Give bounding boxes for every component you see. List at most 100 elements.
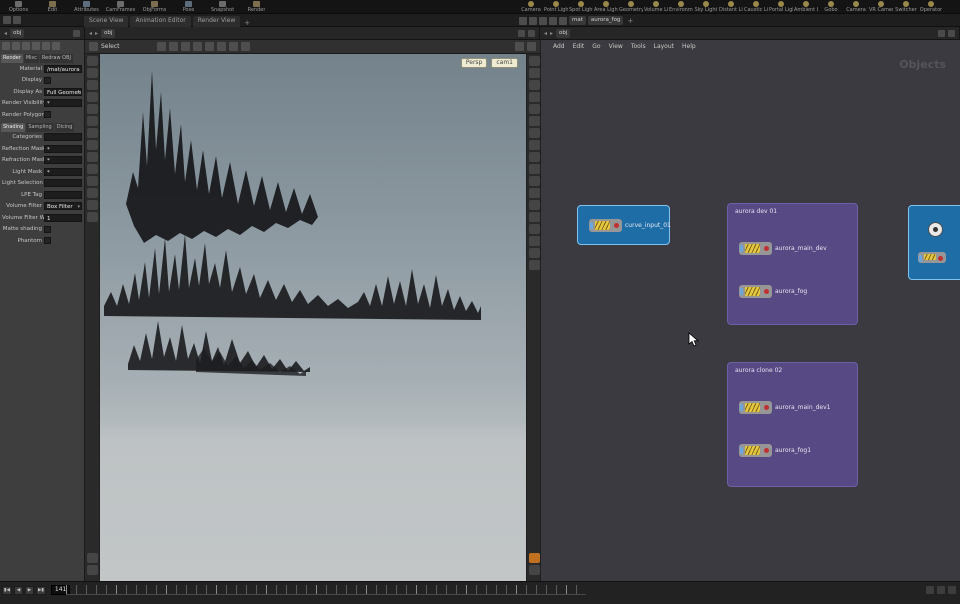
camera-lock-icon[interactable]: [529, 212, 540, 222]
jump-end-button[interactable]: ▶▮: [36, 586, 46, 595]
material-param-control[interactable]: /mat/aurora_1: [44, 65, 82, 73]
display-param-control[interactable]: [44, 77, 51, 84]
view-tool-icon[interactable]: [87, 56, 98, 66]
node-row[interactable]: curve_input_01: [589, 219, 671, 232]
options-shelf-tool[interactable]: Options: [2, 0, 35, 14]
snapshot-compare-icon[interactable]: [529, 260, 540, 270]
display-options-icon[interactable]: [529, 553, 540, 563]
edit-shelf-tool[interactable]: Edit: [36, 0, 69, 14]
netbox-aurora-dev[interactable]: aurora dev 01 aurora_main_dev aurora_fog: [727, 203, 858, 325]
pin-params-icon[interactable]: [32, 42, 40, 50]
viewport-options-icon[interactable]: [527, 42, 536, 51]
construction-plane-icon[interactable]: [229, 42, 238, 51]
translate-tool-icon[interactable]: [87, 80, 98, 90]
snap-tool-icon[interactable]: [87, 140, 98, 150]
view-menu[interactable]: View: [609, 43, 623, 50]
link-icon[interactable]: [559, 17, 567, 25]
go-menu[interactable]: Go: [592, 43, 600, 50]
node-chooser-icon[interactable]: [2, 42, 10, 50]
back-arrow-icon[interactable]: [12, 42, 20, 50]
pin-icon[interactable]: [519, 17, 527, 25]
redraw-obj-param-tab[interactable]: Redraw OBJ: [40, 54, 73, 63]
points-display-icon[interactable]: [529, 104, 540, 114]
select-mode-icon[interactable]: [157, 42, 166, 51]
snapshot-shelf-tool[interactable]: Snapshot: [206, 0, 239, 14]
node-row[interactable]: aurora_fog: [739, 285, 807, 298]
select-tool-icon[interactable]: [87, 68, 98, 78]
fog-toggle-icon[interactable]: [529, 200, 540, 210]
viewport-path-chip[interactable]: obj: [101, 29, 115, 38]
layout-menu[interactable]: Layout: [654, 43, 674, 50]
background-toggle-icon[interactable]: [529, 152, 540, 162]
sampling-section-tab[interactable]: Sampling: [26, 123, 53, 132]
operator-shelf-tool[interactable]: Operator: [919, 0, 943, 14]
split-icon[interactable]: [539, 17, 547, 25]
add-path-tab-button[interactable]: +: [625, 17, 635, 25]
audio-icon[interactable]: [937, 586, 945, 594]
tab-animation-editor[interactable]: Animation Editor: [130, 16, 190, 27]
reflection-toggle-icon[interactable]: [529, 188, 540, 198]
lasso-select-icon[interactable]: [169, 42, 178, 51]
grid-toggle-icon[interactable]: [529, 128, 540, 138]
help-icon[interactable]: [52, 42, 60, 50]
area-light-shelf-tool[interactable]: Area Light: [594, 0, 618, 14]
pose-shelf-tool[interactable]: Pose: [172, 0, 205, 14]
objforms-shelf-tool[interactable]: ObjForms: [138, 0, 171, 14]
material-tool-icon[interactable]: [87, 188, 98, 198]
tools-menu[interactable]: Tools: [631, 43, 646, 50]
path-segment-aurora-fog[interactable]: aurora_fog: [588, 16, 624, 25]
aurora-main-dev-node-icon[interactable]: [739, 242, 772, 255]
attributes-shelf-tool[interactable]: Attributes: [70, 0, 103, 14]
rotate-tool-icon[interactable]: [87, 92, 98, 102]
camframes-shelf-tool[interactable]: CamFrames: [104, 0, 137, 14]
persp-badge[interactable]: Persp: [461, 58, 488, 68]
pane-menu-icon[interactable]: [948, 30, 955, 37]
layout-icon[interactable]: [529, 17, 537, 25]
viewport-layout-icon[interactable]: [529, 565, 540, 575]
switcher-node-icon[interactable]: [918, 252, 946, 263]
phantom-param-control[interactable]: [44, 237, 51, 244]
multi-snap-icon[interactable]: [217, 42, 226, 51]
camera2-shelf-tool[interactable]: Camera: [844, 0, 868, 14]
params-path-chip[interactable]: obj: [10, 29, 24, 38]
maximize-icon[interactable]: [549, 17, 557, 25]
pin-pane-icon[interactable]: [938, 30, 945, 37]
smooth-shade-icon[interactable]: [529, 92, 540, 102]
curve-input-node[interactable]: curve_input_01: [577, 205, 670, 245]
refraction-mask-param-control[interactable]: *: [44, 156, 82, 164]
volume-filter-param-control[interactable]: Box Filter: [44, 202, 82, 210]
detail-tool-icon[interactable]: [87, 152, 98, 162]
forward-arrow-icon[interactable]: ▸: [95, 30, 98, 37]
categories-param-control[interactable]: [44, 133, 82, 141]
portal-light-shelf-tool[interactable]: Portal Light: [769, 0, 793, 14]
handles-tool-icon[interactable]: [87, 128, 98, 138]
help-menu[interactable]: Help: [682, 43, 696, 50]
aurora-main-dev1-node-icon[interactable]: [739, 401, 772, 414]
add-menu[interactable]: Add: [553, 43, 565, 50]
camera-shelf-tool[interactable]: Camera: [519, 0, 543, 14]
curve-node-icon[interactable]: [589, 219, 622, 232]
add-tab-button[interactable]: +: [242, 19, 252, 27]
sky-light-shelf-tool[interactable]: Sky Light: [694, 0, 718, 14]
light-selection-param-control[interactable]: [44, 179, 82, 187]
netbox-title[interactable]: aurora clone 02: [728, 363, 857, 374]
edit-menu[interactable]: Edit: [573, 43, 585, 50]
forward-arrow-icon[interactable]: [22, 42, 30, 50]
render-shelf-tool[interactable]: Render: [240, 0, 273, 14]
light-mask-param-control[interactable]: *: [44, 168, 82, 176]
path-segment-mat[interactable]: mat: [569, 16, 586, 25]
switcher-shelf-tool[interactable]: Switcher: [894, 0, 918, 14]
netbox-title[interactable]: aurora dev 01: [728, 204, 857, 215]
reflection-mask-param-control[interactable]: *: [44, 145, 82, 153]
volume-light-shelf-tool[interactable]: Volume Light: [644, 0, 668, 14]
node-row[interactable]: aurora_main_dev: [739, 242, 827, 255]
area-select-icon[interactable]: [193, 42, 202, 51]
wireframe-display-icon[interactable]: [529, 80, 540, 90]
view-memory-icon[interactable]: [529, 248, 540, 258]
render-param-tab[interactable]: Render: [1, 54, 23, 63]
tab-scene-view[interactable]: Scene View: [84, 16, 128, 27]
forward-arrow-icon[interactable]: ▸: [550, 30, 553, 37]
light-tool-icon[interactable]: [87, 164, 98, 174]
display-as-param-control[interactable]: Full Geometry: [44, 88, 82, 96]
desktop-menu-icon[interactable]: [13, 16, 21, 24]
